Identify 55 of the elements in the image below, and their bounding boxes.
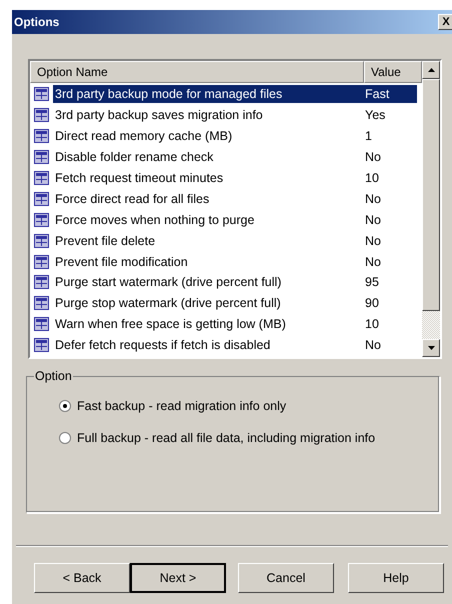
- option-value[interactable]: No: [359, 336, 417, 354]
- option-name[interactable]: Prevent file modification: [53, 252, 359, 271]
- option-name[interactable]: 3rd party backup mode for managed files: [53, 85, 359, 104]
- option-value[interactable]: No: [359, 232, 417, 250]
- list-item-icon: [34, 338, 49, 352]
- dialog-button[interactable]: Cancel: [238, 563, 334, 593]
- dialog-button[interactable]: Next >: [130, 563, 226, 593]
- list-item-icon: [34, 171, 49, 185]
- window-title: Options: [14, 15, 60, 29]
- option-name[interactable]: Warn when free space is getting low (MB): [53, 315, 359, 334]
- list-item-icon: [34, 234, 49, 248]
- list-item-icon: [34, 192, 49, 206]
- option-name[interactable]: Disable folder rename check: [53, 148, 359, 166]
- option-value[interactable]: 1: [359, 127, 417, 146]
- option-value[interactable]: 10: [359, 315, 417, 334]
- list-item-icon: [34, 129, 49, 144]
- scrollbar[interactable]: [422, 61, 440, 357]
- down-arrow-icon: [428, 346, 434, 350]
- list-item-icon: [34, 212, 49, 227]
- dialog-button[interactable]: Help: [348, 563, 444, 593]
- option-name[interactable]: Fetch request timeout minutes: [53, 169, 359, 187]
- option-name[interactable]: Force moves when nothing to purge: [53, 210, 359, 229]
- list-item-icon: [34, 108, 49, 122]
- radio-option[interactable]: Full backup - read all file data, including migration info: [59, 431, 439, 445]
- list-item-icon: [34, 150, 49, 164]
- option-value[interactable]: 10: [359, 169, 417, 187]
- list-item-icon: [34, 275, 49, 290]
- dialog-button[interactable]: < Back: [34, 563, 130, 593]
- option-value[interactable]: 95: [359, 273, 417, 292]
- option-value[interactable]: No: [359, 252, 417, 271]
- radio-button[interactable]: [59, 432, 71, 444]
- group-title: Option: [34, 369, 73, 383]
- option-name[interactable]: Purge start watermark (drive percent full): [53, 273, 359, 292]
- option-name[interactable]: Direct read memory cache (MB): [53, 127, 359, 146]
- option-name[interactable]: Purge stop watermark (drive percent full): [53, 294, 359, 312]
- list-item-icon: [34, 296, 49, 310]
- option-name[interactable]: Force direct read for all files: [53, 190, 359, 208]
- option-value[interactable]: No: [359, 190, 417, 208]
- column-header[interactable]: Option Name: [30, 61, 364, 83]
- option-name[interactable]: Prevent file delete: [53, 232, 359, 250]
- option-value[interactable]: 90: [359, 294, 417, 312]
- option-name[interactable]: 3rd party backup saves migration info: [53, 106, 359, 124]
- option-value[interactable]: Yes: [359, 106, 417, 124]
- up-arrow-icon: [428, 68, 434, 72]
- list-item-icon: [34, 317, 49, 332]
- radio-button[interactable]: [59, 400, 71, 412]
- close-button[interactable]: X: [438, 14, 452, 30]
- option-name[interactable]: Defer fetch requests if fetch is disabled: [53, 336, 359, 354]
- list-item-icon: [34, 87, 49, 102]
- list-item-icon: [34, 254, 49, 269]
- option-value[interactable]: No: [359, 210, 417, 229]
- option-value[interactable]: No: [359, 148, 417, 166]
- option-value[interactable]: Fast: [359, 85, 417, 104]
- column-header[interactable]: Value: [364, 61, 422, 83]
- radio-option[interactable]: Fast backup - read migration info only: [59, 399, 439, 413]
